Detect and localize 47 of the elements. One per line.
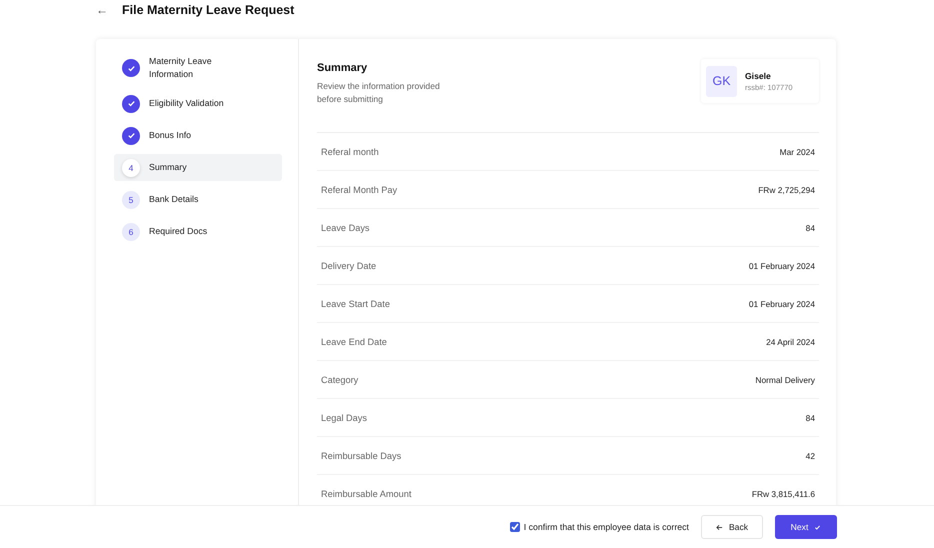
field-label: Category (321, 374, 358, 384)
step-item[interactable]: Maternity Leave Information (114, 51, 282, 85)
step-number: 5 (122, 190, 140, 208)
section-title: Summary (317, 62, 368, 74)
step-number: 4 (122, 158, 140, 176)
arrow-left-icon (716, 524, 723, 530)
step-label: Maternity Leave Information (149, 55, 213, 81)
step-label: Summary (149, 161, 187, 174)
field-label: Legal Days (321, 412, 367, 422)
field-value: FRw 3,815,411.6 (752, 488, 815, 498)
confirm-label: I confirm that this employee data is correct (524, 522, 689, 532)
field-value: FRw 2,725,294 (758, 184, 815, 194)
step-label: Bank Details (149, 193, 198, 206)
field-value: 84 (806, 222, 815, 232)
next-button[interactable]: Next (775, 515, 837, 539)
field-value: 01 February 2024 (748, 260, 815, 270)
back-arrow-icon[interactable]: ← (96, 3, 108, 17)
step-item[interactable]: 6 Required Docs (114, 218, 282, 245)
step-item[interactable]: 4 Summary (114, 154, 282, 181)
step-label: Eligibility Validation (149, 97, 224, 110)
confirm-checkbox[interactable] (510, 522, 520, 532)
step-label: Required Docs (149, 225, 208, 238)
step-item[interactable]: Eligibility Validation (114, 90, 282, 117)
field-label: Delivery Date (321, 260, 376, 270)
field-value: 01 February 2024 (748, 298, 815, 308)
employee-name: Gisele (745, 70, 772, 80)
field-label: Referal month (321, 146, 379, 156)
field-value: 84 (806, 412, 815, 422)
field-value: 42 (806, 450, 815, 460)
section-subtitle: Review the information provided before submitting (317, 80, 441, 106)
field-label: Reimbursable Amount (321, 488, 412, 498)
field-label: Leave Days (321, 222, 370, 232)
step-number: 6 (122, 222, 140, 240)
field-label: Reimbursable Days (321, 450, 402, 460)
field-label: Referal Month Pay (321, 184, 398, 194)
page-title: File Maternity Leave Request (122, 3, 294, 17)
field-value: Normal Delivery (755, 374, 815, 384)
check-icon (814, 524, 822, 530)
field-value: Mar 2024 (780, 146, 815, 156)
step-label: Bonus Info (149, 129, 192, 142)
field-label: Leave Start Date (321, 298, 390, 308)
step-item[interactable]: Bonus Info (114, 122, 282, 149)
avatar: GK (706, 66, 737, 96)
back-button[interactable]: Back (701, 515, 763, 539)
field-value: 24 April 2024 (766, 336, 815, 346)
field-label: Leave End Date (321, 336, 387, 346)
step-item[interactable]: 5 Bank Details (114, 186, 282, 213)
